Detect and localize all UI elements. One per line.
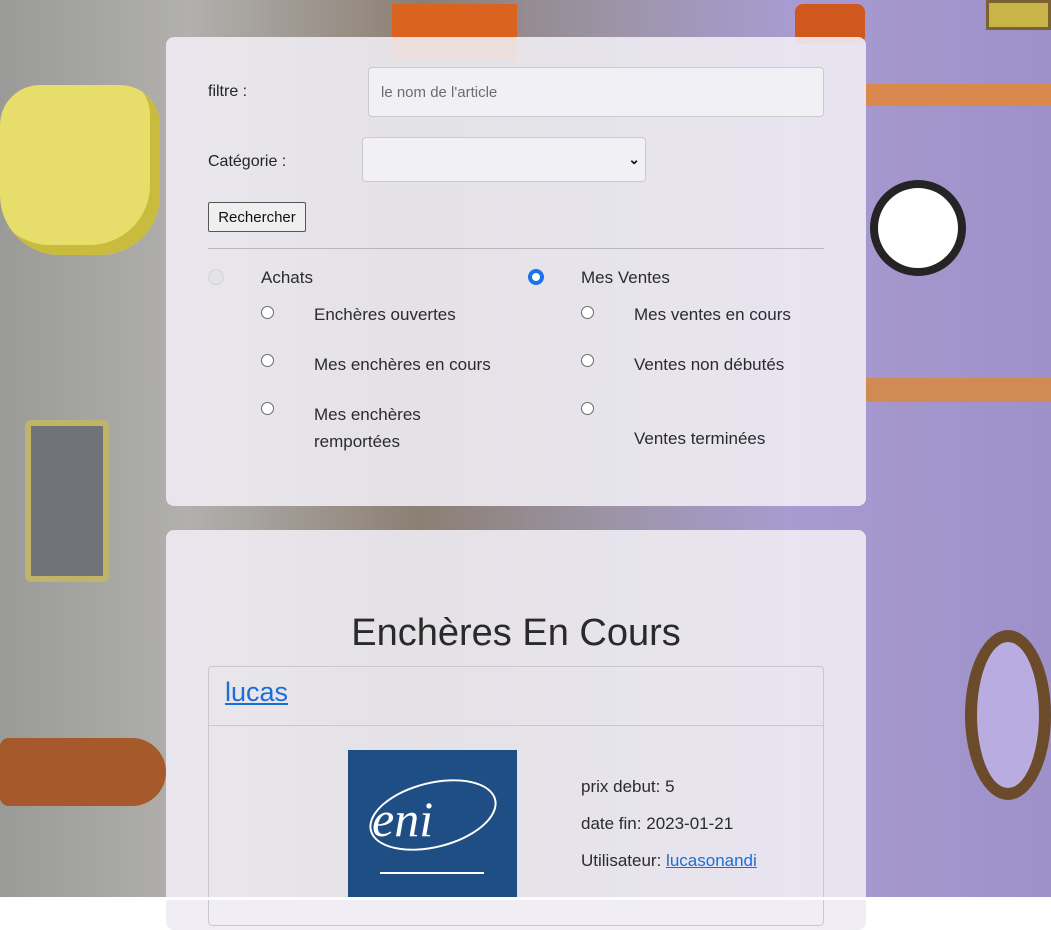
start-price: prix debut: 5	[581, 777, 675, 797]
search-button[interactable]: Rechercher	[208, 202, 306, 232]
clock-decoration	[870, 180, 966, 276]
article-name-input[interactable]	[368, 67, 824, 117]
start-price-value: 5	[665, 777, 675, 796]
my-current-bids-label: Mes enchères en cours	[314, 355, 491, 374]
my-sales-label: Mes Ventes	[581, 268, 670, 287]
shelf-decoration	[866, 378, 1051, 402]
page-title: Enchères En Cours	[351, 612, 681, 654]
shelf-decoration	[866, 84, 1051, 106]
open-auctions-label: Enchères ouvertes	[314, 305, 456, 324]
mirror-decoration	[965, 630, 1051, 800]
purchases-radio[interactable]	[208, 269, 224, 285]
logo-underline	[380, 872, 484, 874]
open-auctions-radio[interactable]	[261, 306, 274, 319]
not-started-sales-label: Ventes non débutés	[634, 355, 785, 374]
pan-decoration	[0, 85, 160, 255]
auction-card-header: lucas	[209, 667, 823, 726]
finished-sales-label: Ventes terminées	[634, 429, 766, 448]
grater-decoration	[25, 420, 109, 582]
start-price-label: prix debut:	[581, 777, 661, 796]
my-won-bids-radio[interactable]	[261, 402, 274, 415]
auction-item-link[interactable]: lucas	[225, 677, 288, 708]
logo-text: eni	[372, 791, 434, 847]
end-date: date fin: 2023-01-21	[581, 814, 733, 834]
filter-label: filtre :	[208, 83, 248, 100]
end-date-value: 2023-01-21	[646, 814, 734, 833]
seller-label: Utilisateur:	[581, 851, 662, 870]
end-date-label: date fin:	[581, 814, 642, 833]
category-label: Catégorie :	[208, 153, 287, 170]
current-sales-label: Mes ventes en cours	[634, 305, 791, 324]
divider	[208, 248, 824, 249]
frame-decoration	[986, 0, 1051, 30]
purchases-label: Achats	[261, 268, 313, 287]
seller: Utilisateur: lucasonandi	[581, 851, 757, 871]
finished-sales-radio[interactable]	[581, 402, 594, 415]
seller-link[interactable]: lucasonandi	[666, 851, 757, 870]
current-sales-radio[interactable]	[581, 306, 594, 319]
my-won-bids-label: Mes enchères remportées	[314, 405, 421, 451]
chevron-down-icon: ⌄	[628, 151, 640, 167]
category-select[interactable]: ⌄	[362, 137, 646, 182]
not-started-sales-radio[interactable]	[581, 354, 594, 367]
item-image: eni	[348, 750, 517, 900]
spoon-decoration	[0, 738, 166, 806]
my-sales-radio[interactable]	[528, 269, 544, 285]
my-current-bids-radio[interactable]	[261, 354, 274, 367]
